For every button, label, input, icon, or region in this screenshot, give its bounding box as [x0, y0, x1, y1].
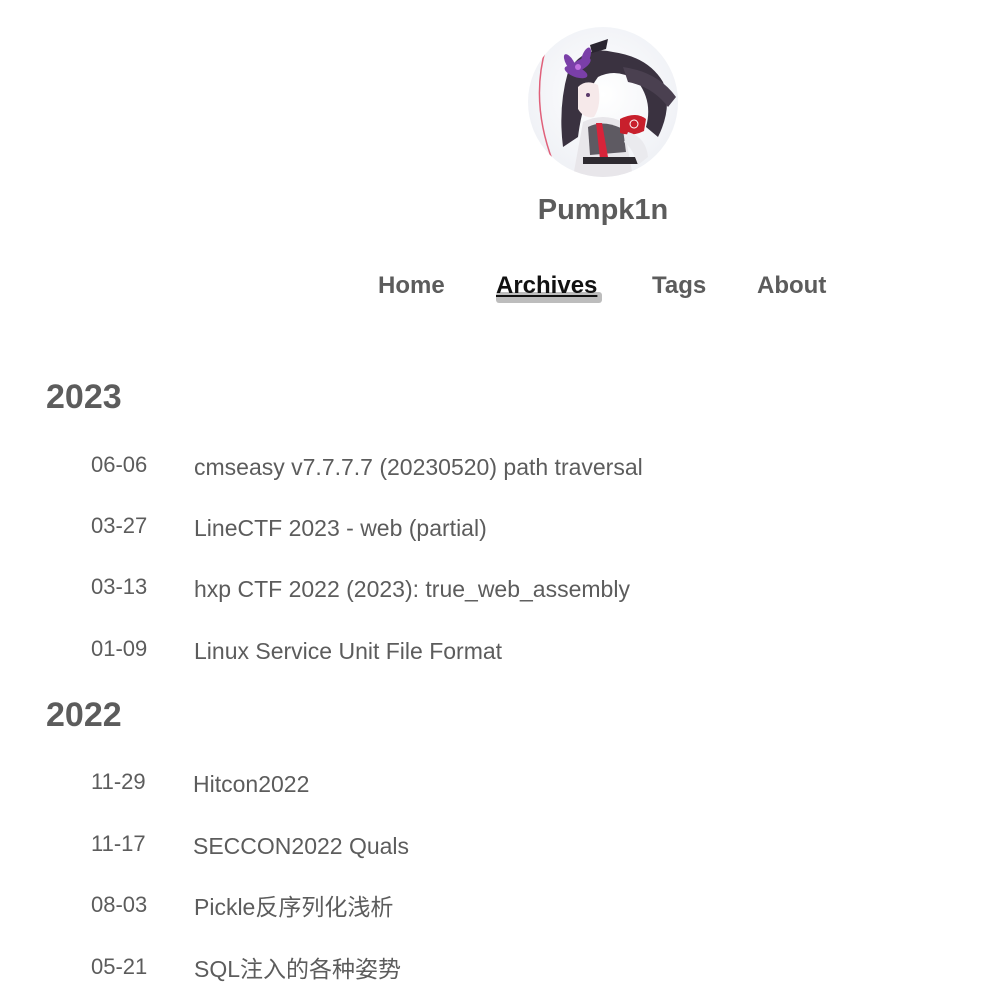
- post-title-link[interactable]: SECCON2022 Quals: [193, 831, 409, 861]
- post-list-item: 03-13 hxp CTF 2022 (2023): true_web_asse…: [0, 572, 989, 606]
- site-title[interactable]: Pumpk1n: [503, 190, 703, 230]
- post-date: 06-06: [91, 452, 148, 477]
- archive-year-heading: 2022: [46, 696, 122, 734]
- nav-home-link[interactable]: Home: [378, 268, 445, 304]
- post-list-item: 08-03 Pickle反序列化浅析: [0, 890, 989, 924]
- avatar: [528, 27, 678, 177]
- post-list-item: 06-06 cmseasy v7.7.7.7 (20230520) path t…: [0, 450, 989, 484]
- post-title-link[interactable]: Hitcon2022: [193, 769, 309, 799]
- archive-year-heading: 2023: [46, 378, 122, 416]
- post-date: 03-13: [91, 574, 148, 599]
- post-date: 03-27: [91, 513, 148, 538]
- post-title-link[interactable]: Pickle反序列化浅析: [194, 892, 393, 922]
- avatar-illustration: [528, 27, 678, 177]
- post-title-link[interactable]: cmseasy v7.7.7.7 (20230520) path travers…: [194, 452, 643, 482]
- post-title-link[interactable]: SQL注入的各种姿势: [194, 954, 401, 984]
- post-list-item: 11-17 SECCON2022 Quals: [0, 829, 989, 863]
- post-title-link[interactable]: hxp CTF 2022 (2023): true_web_assembly: [194, 574, 630, 604]
- post-list-item: 03-27 LineCTF 2023 - web (partial): [0, 511, 989, 545]
- main-nav: Home Archives Tags About: [0, 268, 989, 308]
- post-date: 01-09: [91, 636, 148, 661]
- nav-tags-link[interactable]: Tags: [652, 268, 706, 304]
- nav-archives-link[interactable]: Archives: [496, 268, 597, 304]
- post-date: 05-21: [91, 954, 148, 979]
- post-list-item: 05-21 SQL注入的各种姿势: [0, 952, 989, 986]
- nav-about-link[interactable]: About: [757, 268, 826, 304]
- post-title-link[interactable]: Linux Service Unit File Format: [194, 636, 502, 666]
- post-list-item: 11-29 Hitcon2022: [0, 767, 989, 801]
- post-date: 11-29: [91, 769, 146, 794]
- post-date: 08-03: [91, 892, 148, 917]
- post-title-link[interactable]: LineCTF 2023 - web (partial): [194, 513, 487, 543]
- post-date: 11-17: [91, 831, 146, 856]
- post-list-item: 01-09 Linux Service Unit File Format: [0, 634, 989, 668]
